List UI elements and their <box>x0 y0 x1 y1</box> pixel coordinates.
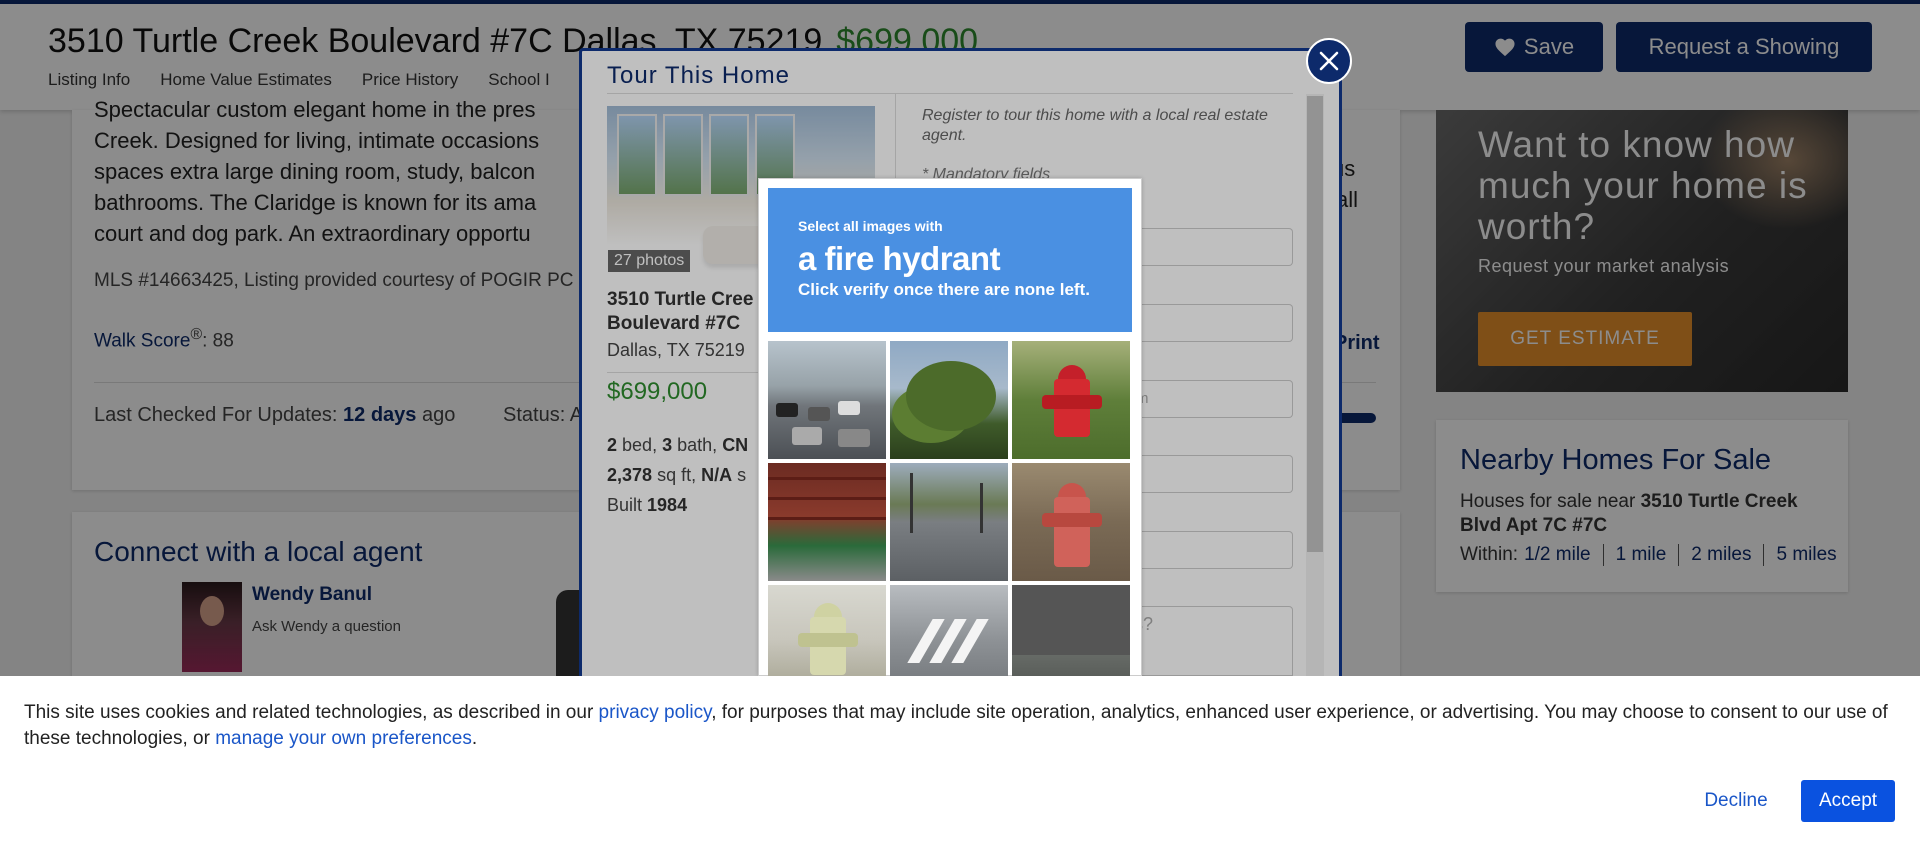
cookie-text-part: . <box>471 728 478 749</box>
tile-car <box>838 429 870 447</box>
tile-rail <box>768 477 886 480</box>
captcha-tile[interactable] <box>768 341 886 459</box>
accept-button[interactable]: Accept <box>1801 780 1895 822</box>
privacy-policy-link[interactable]: privacy policy <box>599 702 712 723</box>
cookie-text: This site uses cookies and related techn… <box>24 700 1896 752</box>
captcha-instruction: Select all images with <box>798 218 943 234</box>
tile-pole <box>1012 585 1130 655</box>
captcha-target: a fire hydrant <box>798 240 1001 277</box>
close-icon <box>1319 51 1339 71</box>
captcha-header: Select all images with a fire hydrant Cl… <box>768 188 1132 332</box>
manage-preferences-link[interactable]: manage your own preferences <box>215 728 472 749</box>
tile-pole <box>980 483 983 533</box>
captcha-tile[interactable] <box>890 341 1008 459</box>
captcha-tile[interactable] <box>1012 341 1130 459</box>
tile-car <box>838 401 860 415</box>
tile-tree <box>906 361 996 431</box>
tile-rail <box>768 497 886 500</box>
tile-pole <box>910 473 913 533</box>
close-modal-button[interactable] <box>1306 38 1352 84</box>
captcha-verify-hint: Click verify once there are none left. <box>798 280 1090 299</box>
cookie-text-part: This site uses cookies and related techn… <box>24 702 599 723</box>
captcha-tile[interactable] <box>768 463 886 581</box>
tile-rail <box>768 517 886 520</box>
captcha-tile[interactable] <box>1012 463 1130 581</box>
captcha-tile[interactable] <box>890 585 1008 676</box>
captcha-tile[interactable] <box>768 585 886 676</box>
tile-car <box>792 427 822 445</box>
decline-button[interactable]: Decline <box>1678 780 1794 822</box>
tile-car <box>808 407 830 421</box>
captcha-tile[interactable] <box>890 463 1008 581</box>
captcha-tile[interactable] <box>1012 585 1130 676</box>
tile-car <box>776 403 798 417</box>
